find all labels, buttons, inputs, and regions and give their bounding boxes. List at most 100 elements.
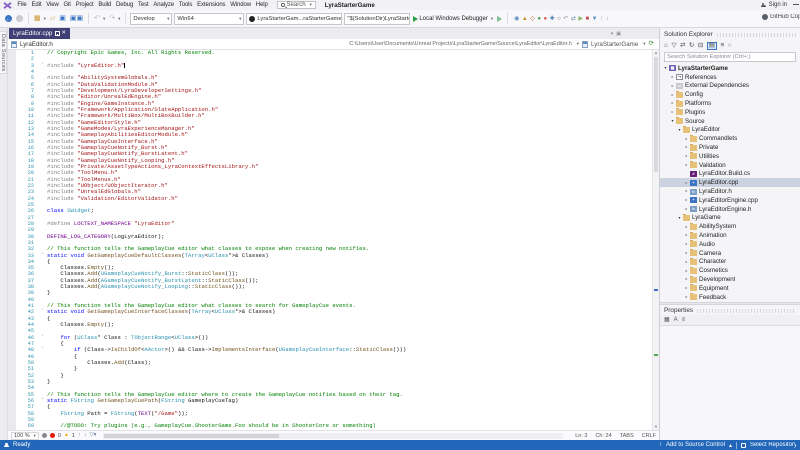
start-debugging-button[interactable]: Local Windows Debugger▾: [412, 16, 494, 22]
next-bookmark-icon[interactable]: ↓: [606, 16, 609, 22]
close-icon[interactable]: ✕: [61, 31, 66, 37]
collapse-all-icon[interactable]: ⊟: [698, 43, 703, 50]
menu-view[interactable]: View: [44, 2, 61, 8]
pin-icon[interactable]: [55, 31, 58, 36]
editor-vertical-scrollbar[interactable]: ▲ ▼: [652, 50, 659, 430]
tree-item-lyraeditorengine-h[interactable]: ▸hLyraEditorEngine.h: [660, 205, 800, 214]
navbar-file[interactable]: LyraEditor.h: [20, 41, 53, 48]
save-button[interactable]: ▣: [58, 15, 67, 22]
batch-build-icon[interactable]: ◇: [530, 16, 535, 22]
column-indicator[interactable]: Ch: 24: [595, 433, 611, 439]
prev-bookmark-icon[interactable]: ↑: [600, 16, 603, 22]
show-all-files-icon[interactable]: ▤: [707, 42, 717, 51]
menu-debug[interactable]: Debug: [114, 2, 136, 8]
solution-platforms-icon[interactable]: ⇄: [571, 16, 576, 22]
sync-icon[interactable]: ⟳: [649, 41, 654, 48]
start-without-debug-icon[interactable]: ▶: [578, 16, 583, 22]
properties-icon[interactable]: ≡: [720, 43, 724, 50]
tree-item-external-dependencies[interactable]: ▸▭External Dependencies: [660, 82, 800, 91]
tree-item-lyraeditor-cpp[interactable]: ▸+LyraEditor.cpp: [660, 178, 800, 187]
line-ending-indicator[interactable]: CRLF: [642, 433, 656, 439]
debug-arguments-combo[interactable]: "$(SolutionDir)LyraStarterG▾: [344, 13, 410, 25]
tree-item-feedback[interactable]: ▸Feedback: [660, 293, 800, 302]
build-solution-icon[interactable]: ▲: [522, 16, 528, 22]
code-line[interactable]: 60 //@TODO: Try plugins (e.g., GameplayC…: [8, 423, 652, 429]
menu-window[interactable]: Window: [228, 2, 254, 8]
bookmark-icon[interactable]: ▼: [592, 16, 598, 22]
solution-configuration-combo[interactable]: Develop▾: [130, 13, 172, 25]
navbar-file-path[interactable]: C:\Users\User\Documents\Unreal Projects\…: [349, 41, 572, 47]
redo-button[interactable]: ↷▾: [108, 15, 121, 22]
find-in-files-icon[interactable]: ○: [557, 16, 561, 22]
scroll-up-icon[interactable]: ▲: [653, 51, 659, 55]
tree-item-lyraeditor[interactable]: ▾LyraEditor: [660, 126, 800, 135]
menu-git[interactable]: Git: [61, 2, 73, 8]
next-issue-icon[interactable]: ↓: [84, 433, 87, 439]
startup-project-combo[interactable]: LyraStarterGam...raStarterGame▾: [246, 13, 342, 25]
chevron-down-icon[interactable]: ▾: [575, 41, 579, 47]
start-without-debugging-button[interactable]: [496, 16, 503, 22]
tree-item-lyraeditor-build-cs[interactable]: #LyraEditor.Build.cs: [660, 170, 800, 179]
scrollbar-thumb[interactable]: [654, 57, 658, 172]
debug-target-icon[interactable]: ●: [537, 16, 541, 22]
menu-analyze[interactable]: Analyze: [151, 2, 176, 8]
navbar-project[interactable]: LyraStarterGame: [591, 41, 638, 48]
pending-changes-filter-icon[interactable]: ▽: [671, 43, 676, 50]
chevron-up-icon[interactable]: ▴: [729, 442, 732, 449]
preview-selected-icon[interactable]: ○: [728, 43, 732, 50]
previous-issue-icon[interactable]: ↑: [78, 433, 81, 439]
menu-edit[interactable]: Edit: [29, 2, 44, 8]
error-icon[interactable]: [50, 433, 55, 438]
tree-item-utilities[interactable]: ▸Utilities: [660, 152, 800, 161]
save-all-button[interactable]: ▣▣: [69, 15, 84, 22]
solution-explorer-search-input[interactable]: Search Solution Explorer (Ctrl+;): [664, 52, 796, 62]
navigate-back-icon[interactable]: ↶: [563, 16, 568, 22]
menu-build[interactable]: Build: [96, 2, 114, 8]
zoom-combo[interactable]: 100 %▾: [11, 432, 39, 440]
tree-item-development[interactable]: ▸Development: [660, 275, 800, 284]
alphabetical-icon[interactable]: A: [674, 317, 678, 323]
menu-help[interactable]: Help: [253, 2, 270, 8]
new-item-icon[interactable]: ✚: [550, 16, 555, 22]
tree-item-character[interactable]: ▸Character: [660, 258, 800, 267]
stop-icon[interactable]: ■: [585, 16, 589, 22]
tree-item-validation[interactable]: ▸Validation: [660, 161, 800, 170]
filter-icon[interactable]: ▽▾: [89, 433, 96, 439]
float-window-icon[interactable]: ▣: [616, 31, 621, 37]
chevron-down-icon[interactable]: ▾: [641, 41, 645, 47]
tree-item-plugins[interactable]: ▸Plugins: [660, 108, 800, 117]
code-editor[interactable]: 1// Copyright Epic Games, Inc. All Right…: [8, 50, 652, 430]
menu-tools[interactable]: Tools: [176, 2, 194, 8]
menu-file[interactable]: File: [15, 2, 29, 8]
select-repository-button[interactable]: Select Repository: [750, 442, 796, 448]
tree-item-lyrastartergame[interactable]: ▾▦LyraStarterGame: [660, 64, 800, 73]
breakpoint-icon[interactable]: ●: [544, 16, 548, 22]
scroll-down-icon[interactable]: ▼: [653, 425, 659, 429]
tree-item-animation[interactable]: ▸Animation: [660, 231, 800, 240]
add-to-source-control-button[interactable]: Add to Source Control: [666, 442, 725, 448]
tree-item-platforms[interactable]: ▸Platforms: [660, 99, 800, 108]
attach-to-unreal-icon[interactable]: ◉: [514, 16, 519, 22]
github-copilot-badge[interactable]: GitHub Copilot: [762, 14, 800, 20]
tree-item-source[interactable]: ▾Source: [660, 117, 800, 126]
tree-item-abilitysystem[interactable]: ▸AbilitySystem: [660, 222, 800, 231]
tree-item-lyragame[interactable]: ▾LyraGame: [660, 214, 800, 223]
open-file-button[interactable]: ▱: [49, 15, 56, 22]
minimize-button[interactable]: [793, 4, 799, 5]
tree-item-lyraeditorengine-cpp[interactable]: ▸+LyraEditorEngine.cpp: [660, 196, 800, 205]
navigate-backward-button[interactable]: ←: [4, 15, 13, 22]
horizontal-scrollbar[interactable]: [103, 433, 563, 439]
tree-item-audio[interactable]: ▸Audio: [660, 240, 800, 249]
tree-item-private[interactable]: ▸Private: [660, 143, 800, 152]
sync-with-active-document-icon[interactable]: ⇄: [680, 43, 685, 50]
tree-item-camera[interactable]: ▸Camera: [660, 249, 800, 258]
tree-item-config[interactable]: ▸Config: [660, 90, 800, 99]
switch-views-icon[interactable]: ⌂: [664, 43, 668, 50]
panel-drag-handle[interactable]: [696, 309, 796, 313]
refresh-icon[interactable]: ↻: [689, 43, 694, 50]
search-box[interactable]: Search ▾: [277, 1, 316, 9]
data-sources-tab[interactable]: Data Sources: [0, 31, 7, 74]
undo-button[interactable]: ↶▾: [93, 15, 106, 22]
tree-item-commandlets[interactable]: ▸Commandlets: [660, 134, 800, 143]
property-pages-icon[interactable]: ≡: [682, 317, 686, 323]
